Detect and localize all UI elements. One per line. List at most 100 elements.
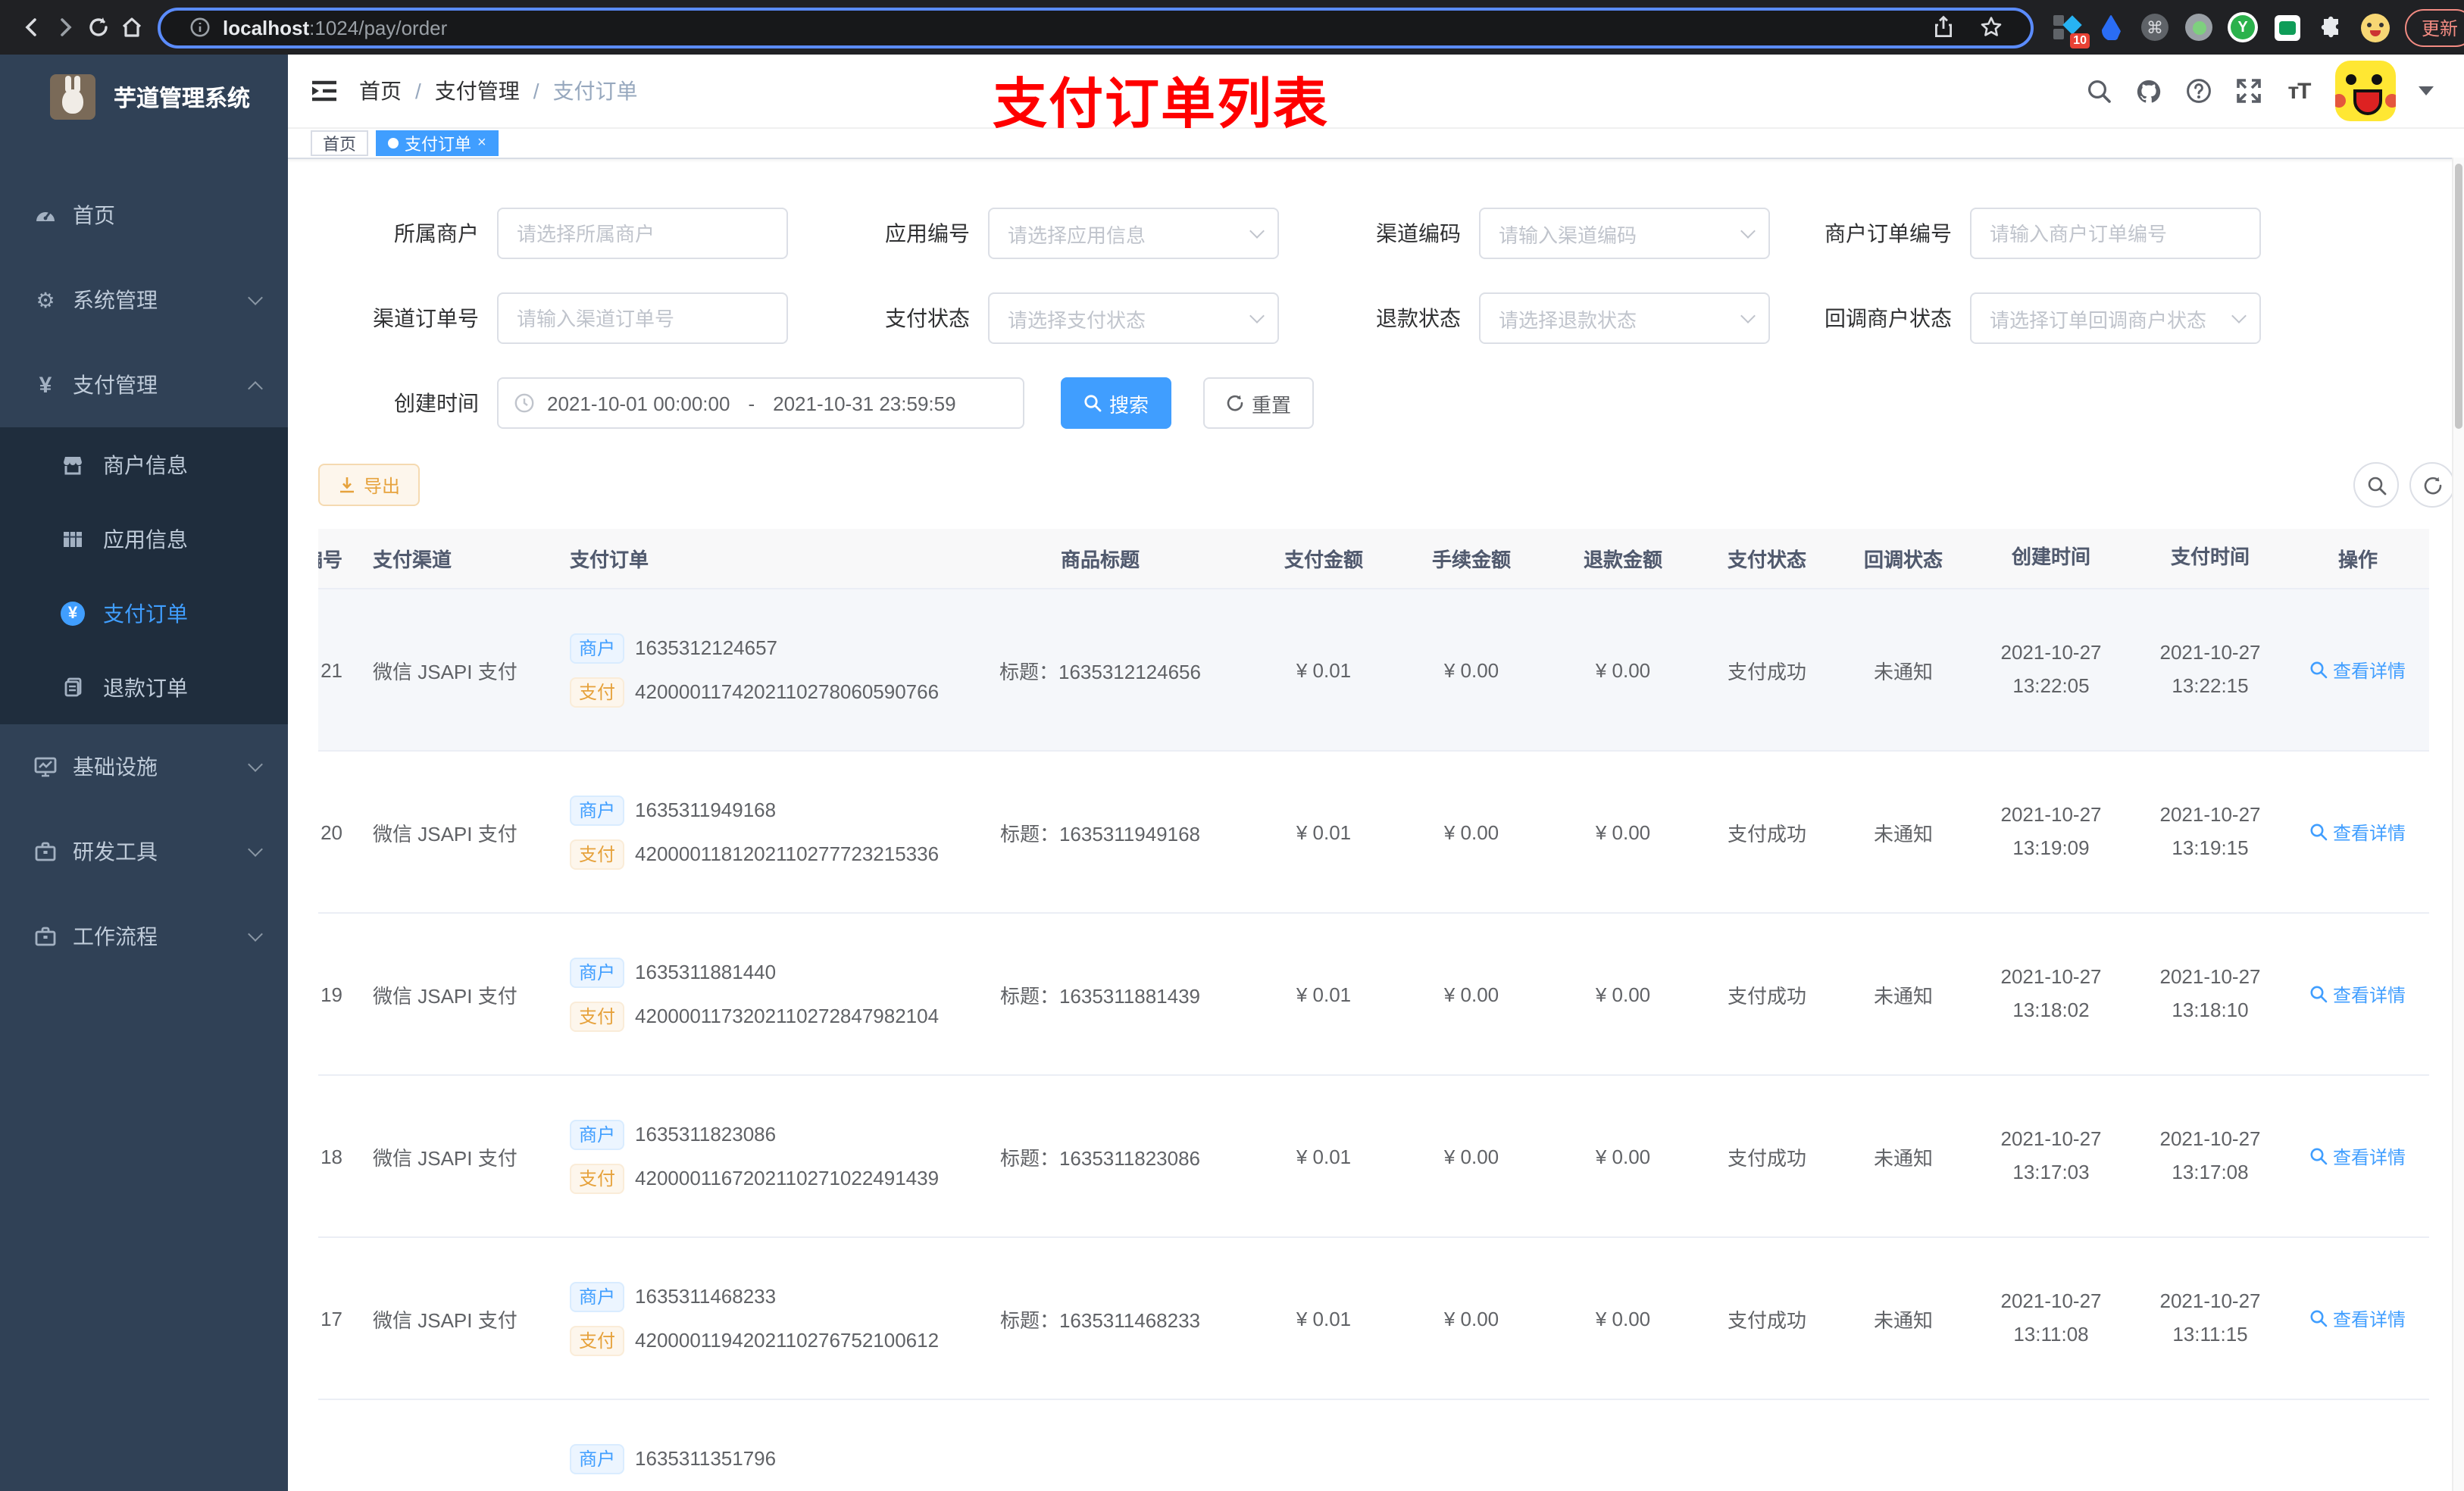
merchant-order-no: 1635311881440 [635, 961, 777, 983]
browser-chrome: localhost:1024/pay/order 10 ⌘ Y 更新 ⋮ [0, 0, 2464, 55]
browser-reload-icon[interactable] [86, 8, 111, 47]
create-time-range-input[interactable]: 2021-10-01 00:00:00 - 2021-10-31 23:59:5… [497, 377, 1024, 429]
emoji-extension-icon[interactable] [2359, 12, 2390, 42]
close-tag-icon[interactable]: × [477, 135, 486, 152]
sidebar-item-infrastructure[interactable]: 基础设施 [0, 724, 288, 809]
search-button[interactable]: 搜索 [1061, 377, 1172, 429]
cell-paid: 2021-10-27 13:17:08 [2159, 1127, 2261, 1183]
chevron-down-icon [1740, 308, 1756, 324]
merchant-order-no: 1635311351796 [635, 1447, 777, 1470]
sidebar-item-refund-order[interactable]: 退款订单 [0, 650, 288, 724]
logo-row[interactable]: 芋道管理系统 [0, 55, 288, 139]
chevron-down-icon [1249, 223, 1265, 239]
tag-home[interactable]: 首页 [311, 130, 368, 156]
channel-order-no-input[interactable] [497, 292, 788, 344]
pay-status-select[interactable]: 请选择支付状态 [988, 292, 1279, 344]
document-icon [61, 675, 85, 699]
app-title: 芋道管理系统 [114, 86, 251, 111]
view-detail-link[interactable]: 查看详情 [2310, 1143, 2406, 1169]
sidebar-item-workflow[interactable]: 工作流程 [0, 894, 288, 979]
browser-home-icon[interactable] [120, 8, 144, 47]
view-detail-link[interactable]: 查看详情 [2310, 981, 2406, 1007]
channel-order-no-label: 渠道订单号 [373, 306, 479, 330]
refresh-button[interactable] [2409, 462, 2455, 508]
clock-icon [514, 392, 535, 414]
pay-order-table: 编号 支付渠道 支付订单 商品标题 支付金额 手续金额 退款金额 支付状态 回调… [318, 529, 2434, 1491]
table-body: 21 微信 JSAPI 支付 商户 1635312124657 支付 42000… [318, 589, 2429, 1491]
merchant-label: 所属商户 [394, 221, 479, 245]
cell-order: 商户 1635311949168 支付 42000011812021102777… [555, 795, 949, 869]
sidebar-item-system[interactable]: ⚙ 系统管理 [0, 258, 288, 342]
cell-created: 2021-10-27 13:17:03 [2000, 1127, 2102, 1183]
app-select[interactable]: 请选择应用信息 [988, 208, 1279, 259]
bookmark-star-icon[interactable] [1972, 8, 2011, 47]
cell-title: 标题：1635311823086 [999, 1146, 1201, 1169]
cell-channel: 微信 JSAPI 支付 [373, 660, 518, 683]
chat-extension-icon[interactable] [2272, 12, 2302, 42]
merchant-order-no: 1635311949168 [635, 799, 777, 821]
view-detail-link[interactable]: 查看详情 [2310, 819, 2406, 845]
callback-status-select[interactable]: 请选择订单回调商户状态 [1970, 292, 2261, 344]
share-icon[interactable] [1923, 8, 1962, 47]
cell-status: 支付成功 [1727, 660, 1806, 683]
show-search-button[interactable] [2353, 462, 2399, 508]
browser-forward-icon[interactable] [53, 8, 77, 47]
refund-status-select[interactable]: 请选择退款状态 [1479, 292, 1770, 344]
tag-pay-order[interactable]: 支付订单 × [376, 130, 499, 156]
reset-button[interactable]: 重置 [1203, 377, 1315, 429]
sketch-extension-icon[interactable]: 10 [2052, 12, 2090, 48]
view-detail-link[interactable]: 查看详情 [2310, 1305, 2406, 1331]
browser-back-icon[interactable] [20, 8, 44, 47]
collapse-sidebar-icon[interactable] [311, 79, 338, 103]
cell-id: 19 [321, 983, 342, 1005]
grid-icon [61, 527, 85, 551]
sidebar-item-home[interactable]: 首页 [0, 173, 288, 258]
breadcrumb-pay-manage[interactable]: 支付管理 [435, 76, 520, 106]
chevron-down-icon [1740, 223, 1756, 239]
export-button[interactable]: 导出 [318, 464, 421, 506]
search-icon[interactable] [2085, 77, 2112, 105]
pay-order-no: 4200001174202110278060590766 [635, 680, 940, 703]
table-toolbar: 导出 [288, 462, 2464, 508]
user-avatar[interactable] [2335, 61, 2396, 121]
pay-order-no: 4200001173202110272847982104 [635, 1005, 940, 1027]
scrollbar-thumb[interactable] [2455, 164, 2462, 429]
view-detail-link[interactable]: 查看详情 [2310, 657, 2406, 683]
sidebar-item-app-info[interactable]: 应用信息 [0, 502, 288, 576]
cell-action: 查看详情 [2290, 981, 2426, 1007]
fullscreen-icon[interactable] [2235, 77, 2262, 105]
user-menu-caret-icon[interactable] [2419, 86, 2434, 95]
channel-code-select[interactable]: 请输入渠道编码 [1479, 208, 1770, 259]
merchant-order-no-input[interactable] [1970, 208, 2261, 259]
app-label: 应用编号 [885, 221, 970, 245]
cell-amount: ¥ 0.01 [1296, 1145, 1352, 1167]
cell-id: 17 [321, 1307, 342, 1330]
sidebar-item-payment[interactable]: ¥ 支付管理 [0, 342, 288, 427]
cell-amount: ¥ 0.01 [1296, 658, 1352, 681]
cell-action [2290, 1471, 2426, 1489]
page-title: 支付订单列表 [993, 73, 1330, 135]
pay-order-no: 4200001194202110276752100612 [635, 1329, 940, 1352]
drop-extension-icon[interactable] [2096, 12, 2126, 42]
command-extension-icon[interactable]: ⌘ [2140, 12, 2170, 42]
sidebar-item-merchant-info[interactable]: 商户信息 [0, 427, 288, 502]
dot-extension-icon[interactable] [2184, 12, 2214, 42]
site-info-icon[interactable] [180, 8, 220, 47]
merchant-tag: 商户 [570, 795, 625, 825]
sidebar-item-dev-tools[interactable]: 研发工具 [0, 809, 288, 894]
url-bar[interactable]: localhost:1024/pay/order [158, 7, 2034, 48]
puzzle-extensions-icon[interactable] [2315, 12, 2346, 42]
browser-update-button[interactable]: 更新 [2405, 8, 2464, 46]
sidebar-item-pay-order[interactable]: ¥ 支付订单 [0, 576, 288, 650]
sidebar-menu: 首页 ⚙ 系统管理 ¥ 支付管理 商户信息 应用信息 ¥ 支付订单 退款订单 基… [0, 173, 288, 979]
merchant-input[interactable] [497, 208, 788, 259]
font-size-icon[interactable]: тT [2285, 77, 2312, 105]
page-scrollbar[interactable] [2452, 158, 2464, 1491]
github-icon[interactable] [2135, 77, 2162, 105]
help-icon[interactable] [2185, 77, 2212, 105]
shop-icon [61, 452, 85, 477]
table-row: 商户 1635311351796 支付 [318, 1400, 2429, 1491]
y-extension-icon[interactable]: Y [2228, 12, 2258, 42]
pay-tag: 支付 [570, 1163, 625, 1193]
breadcrumb-home[interactable]: 首页 [359, 76, 402, 106]
